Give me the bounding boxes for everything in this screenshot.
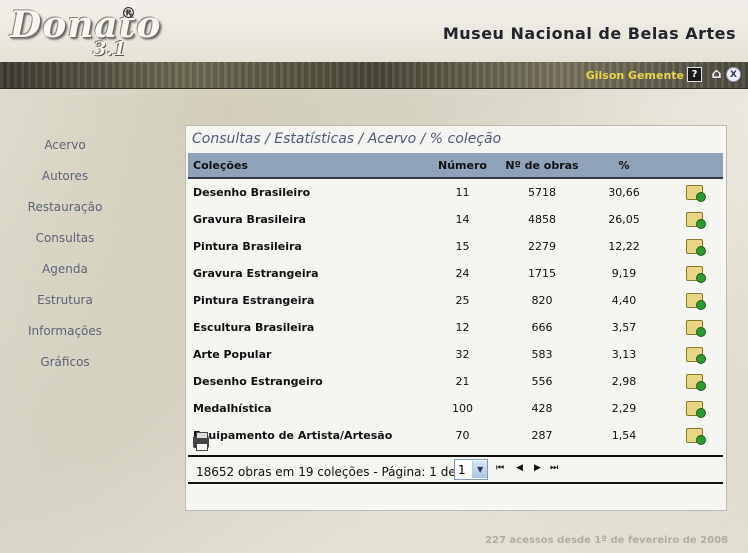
close-icon[interactable]: X	[726, 67, 741, 82]
cell-collection-name: Pintura Brasileira	[193, 240, 302, 253]
column-header-colecoes[interactable]: Coleções	[188, 153, 424, 178]
cell-percent: 3,13	[611, 348, 637, 361]
divider	[188, 482, 723, 484]
sidebar-item-graficos[interactable]: Gráficos	[0, 352, 130, 383]
cell-percent: 26,05	[608, 213, 640, 226]
cell-collection-name: Desenho Estrangeiro	[193, 375, 323, 388]
view-details-icon[interactable]	[685, 212, 706, 229]
cell-percent: 12,22	[608, 240, 640, 253]
cell-collection-name: Desenho Brasileiro	[193, 186, 311, 199]
cell-percent: 4,40	[611, 294, 637, 307]
cell-percent: 9,19	[611, 267, 637, 280]
view-details-icon[interactable]	[685, 185, 706, 202]
cell-numero: 32	[455, 348, 470, 361]
cell-collection-name: Medalhística	[193, 402, 272, 415]
cell-collection-name: Pintura Estrangeira	[193, 294, 315, 307]
table-row: Pintura Estrangeira 25 820 4,40	[188, 287, 723, 314]
cell-percent: 3,57	[611, 321, 637, 334]
pagination-summary: 18652 obras em 19 coleções - Página: 1 d…	[196, 465, 468, 479]
sidebar-item-estrutura[interactable]: Estrutura	[0, 290, 130, 321]
cell-numero: 12	[455, 321, 470, 334]
cell-obras: 1715	[528, 267, 556, 280]
cell-obras: 820	[531, 294, 553, 307]
cell-collection-name: Gravura Brasileira	[193, 213, 306, 226]
cell-numero: 70	[455, 429, 470, 442]
printer-icon[interactable]	[193, 432, 209, 451]
cell-percent: 1,54	[611, 429, 637, 442]
cell-obras: 428	[531, 402, 553, 415]
cell-collection-name: Arte Popular	[193, 348, 272, 361]
table-row: Equipamento de Artista/Artesão 70 287 1,…	[188, 422, 723, 449]
view-details-icon[interactable]	[685, 428, 706, 445]
chevron-down-icon[interactable]: ▼	[472, 461, 487, 478]
column-header-actions	[665, 153, 723, 178]
prev-page-icon[interactable]: ◀	[516, 463, 523, 473]
cell-obras: 2279	[528, 240, 556, 253]
table-row: Medalhística 100 428 2,29	[188, 395, 723, 422]
sidebar-item-consultas[interactable]: Consultas	[0, 228, 130, 259]
cell-obras: 556	[531, 375, 553, 388]
view-details-icon[interactable]	[685, 239, 706, 256]
collections-table: Coleções Número Nº de obras % Desenho Br…	[188, 153, 723, 449]
table-header-row: Coleções Número Nº de obras %	[188, 153, 723, 178]
table-row: Escultura Brasileira 12 666 3,57	[188, 314, 723, 341]
cell-obras: 4858	[528, 213, 556, 226]
sidebar-item-informacoes[interactable]: Informações	[0, 321, 130, 352]
cell-collection-name: Equipamento de Artista/Artesão	[193, 429, 393, 442]
column-header-obras[interactable]: Nº de obras	[501, 153, 583, 178]
table-row: Gravura Brasileira 14 4858 26,05	[188, 206, 723, 233]
table-row: Pintura Brasileira 15 2279 12,22	[188, 233, 723, 260]
content-panel: Consultas / Estatísticas / Acervo / % co…	[185, 125, 727, 511]
page-select-value: 1	[458, 462, 466, 477]
app-logo: Donato	[10, 4, 162, 46]
help-icon[interactable]: ?	[687, 67, 702, 82]
cell-obras: 583	[531, 348, 553, 361]
cell-collection-name: Gravura Estrangeira	[193, 267, 319, 280]
cell-obras: 287	[531, 429, 553, 442]
table-row: Arte Popular 32 583 3,13	[188, 341, 723, 368]
cell-collection-name: Escultura Brasileira	[193, 321, 315, 334]
header: Donato ® 3.1 Museu Nacional de Belas Art…	[0, 0, 748, 62]
logo-version: 3.1	[93, 38, 127, 60]
first-page-icon[interactable]: ⏮	[496, 463, 504, 473]
sidebar-item-acervo[interactable]: Acervo	[0, 135, 130, 166]
view-details-icon[interactable]	[685, 347, 706, 364]
cell-percent: 2,29	[611, 402, 637, 415]
museum-title: Museu Nacional de Belas Artes	[442, 24, 736, 43]
breadcrumb: Consultas / Estatísticas / Acervo / % co…	[192, 131, 502, 147]
home-icon[interactable]: ⌂	[710, 66, 723, 82]
sidebar-item-autores[interactable]: Autores	[0, 166, 130, 197]
sidebar-item-agenda[interactable]: Agenda	[0, 259, 130, 290]
view-details-icon[interactable]	[685, 401, 706, 418]
last-page-icon[interactable]: ⏭	[550, 463, 558, 473]
cell-percent: 30,66	[608, 186, 640, 199]
cell-numero: 21	[455, 375, 470, 388]
sidebar: Acervo Autores Restauração Consultas Age…	[0, 135, 130, 383]
cell-numero: 24	[455, 267, 470, 280]
cell-percent: 2,98	[611, 375, 637, 388]
access-counter: 227 acessos desde 1º de fevereiro de 200…	[485, 535, 728, 546]
cell-numero: 14	[455, 213, 470, 226]
view-details-icon[interactable]	[685, 320, 706, 337]
page-select[interactable]: 1 ▼	[454, 459, 488, 480]
next-page-icon[interactable]: ▶	[534, 463, 541, 473]
cell-numero: 100	[452, 402, 473, 415]
view-details-icon[interactable]	[685, 293, 706, 310]
divider	[188, 455, 723, 457]
cell-obras: 666	[531, 321, 553, 334]
cell-obras: 5718	[528, 186, 556, 199]
cell-numero: 11	[455, 186, 470, 199]
table-row: Gravura Estrangeira 24 1715 9,19	[188, 260, 723, 287]
column-header-numero[interactable]: Número	[424, 153, 501, 178]
view-details-icon[interactable]	[685, 266, 706, 283]
cell-numero: 15	[455, 240, 470, 253]
table-row: Desenho Brasileiro 11 5718 30,66	[188, 178, 723, 206]
column-header-percent[interactable]: %	[583, 153, 665, 178]
logo-registered-mark: ®	[121, 4, 136, 22]
sidebar-item-restauracao[interactable]: Restauração	[0, 197, 130, 228]
cell-numero: 25	[455, 294, 470, 307]
view-details-icon[interactable]	[685, 374, 706, 391]
user-name: Gilson Gemente	[585, 69, 684, 82]
table-row: Desenho Estrangeiro 21 556 2,98	[188, 368, 723, 395]
